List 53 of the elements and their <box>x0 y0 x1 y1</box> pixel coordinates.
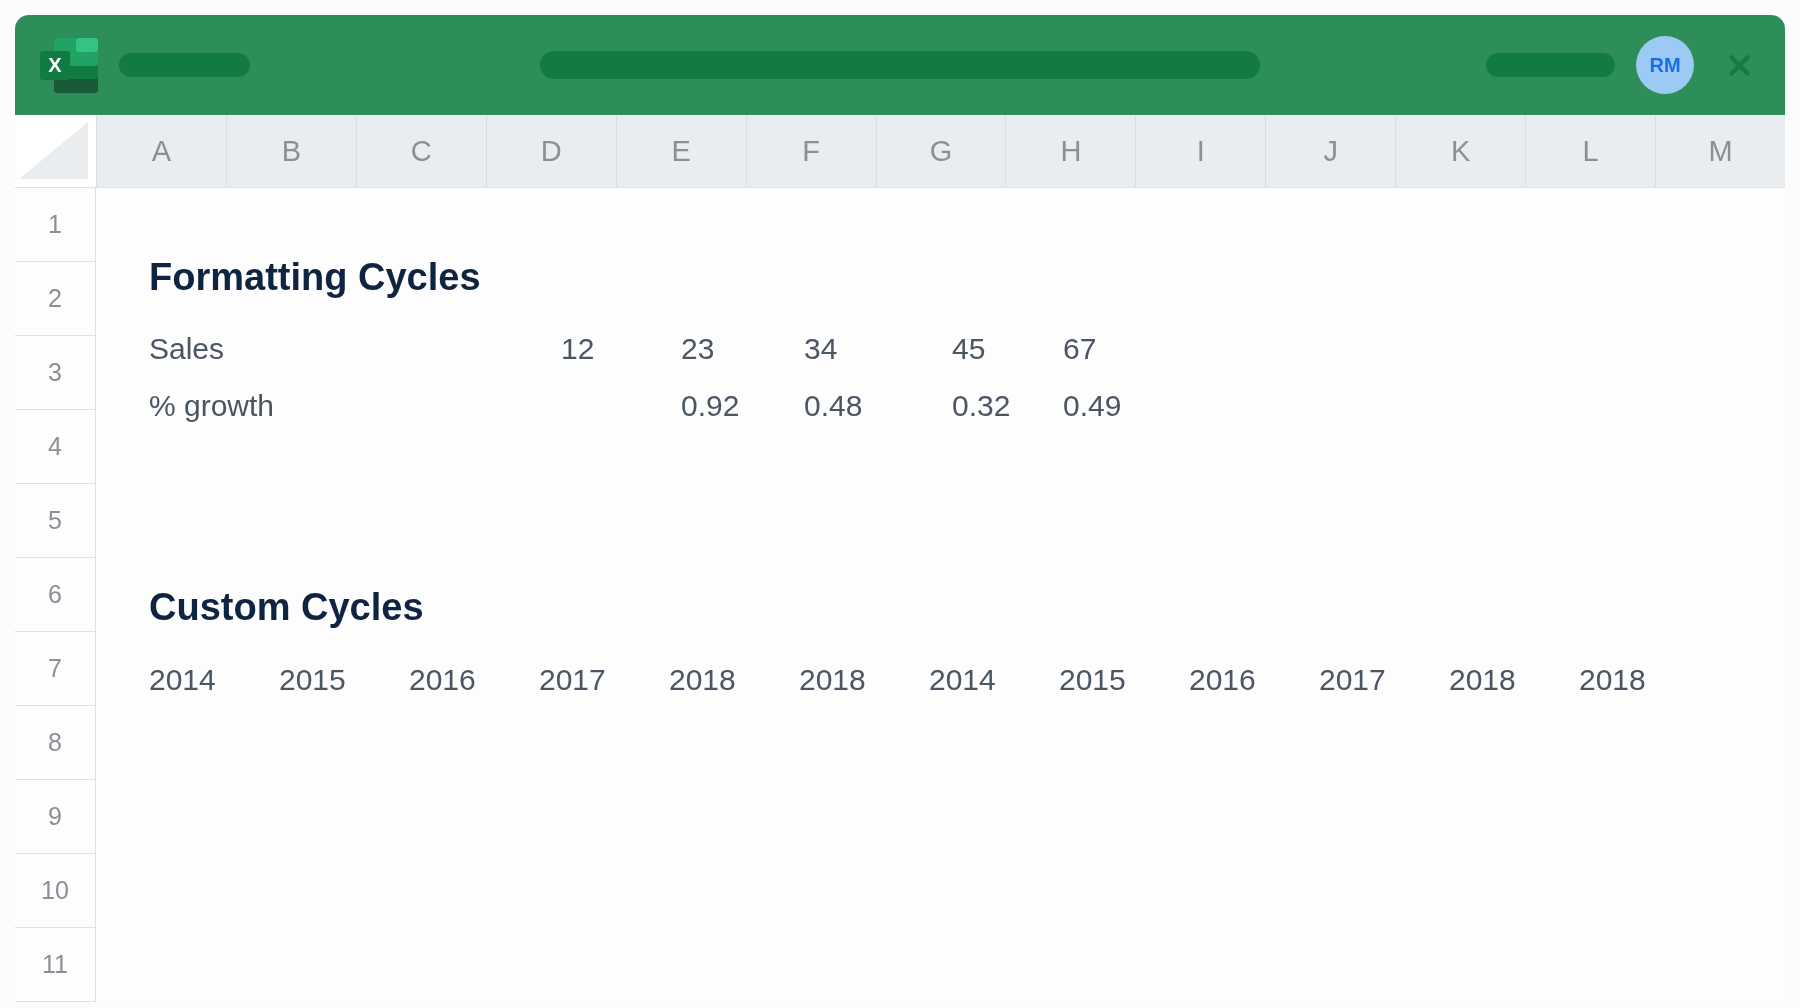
table-cell-text: 2017 <box>1319 662 1386 698</box>
row-header[interactable]: 1 <box>15 188 95 262</box>
column-header[interactable]: D <box>485 115 616 187</box>
table-cell-text: 34 <box>804 331 838 367</box>
column-header[interactable]: F <box>745 115 876 187</box>
table-cell-text: 2015 <box>1059 662 1126 698</box>
table-cell-text: 2018 <box>669 662 736 698</box>
row-header[interactable]: 6 <box>15 558 95 632</box>
column-header[interactable]: G <box>875 115 1006 187</box>
row-header[interactable]: 4 <box>15 410 95 484</box>
table-cell-text: 0.48 <box>804 388 863 424</box>
column-header[interactable]: K <box>1395 115 1526 187</box>
column-header[interactable]: B <box>225 115 356 187</box>
column-header[interactable]: M <box>1655 115 1785 187</box>
table-cell-text: 2014 <box>149 662 216 698</box>
table-cell-text: 2015 <box>279 662 346 698</box>
table-cell-text: 45 <box>952 331 986 367</box>
row-header[interactable]: 9 <box>15 780 95 854</box>
table-cell-text: 0.92 <box>681 388 740 424</box>
table-cell-text: 2018 <box>799 662 866 698</box>
section-title: Formatting Cycles <box>149 255 481 300</box>
row-label: % growth <box>149 388 275 424</box>
column-header[interactable]: E <box>615 115 746 187</box>
column-header[interactable]: J <box>1265 115 1396 187</box>
table-cell-text: 0.49 <box>1063 388 1122 424</box>
row-header[interactable]: 10 <box>15 854 95 928</box>
table-cell-text: 2016 <box>409 662 476 698</box>
row-header[interactable]: 7 <box>15 632 95 706</box>
column-header[interactable]: I <box>1135 115 1266 187</box>
row-header[interactable]: 8 <box>15 706 95 780</box>
close-button[interactable] <box>1729 54 1750 76</box>
user-avatar[interactable]: RM <box>1636 36 1694 94</box>
table-cell-text: 2018 <box>1579 662 1646 698</box>
row-header[interactable]: 11 <box>15 928 95 1002</box>
column-header[interactable]: A <box>96 115 226 187</box>
row-label: Sales <box>149 331 225 367</box>
column-header[interactable]: C <box>355 115 486 187</box>
table-cell-text: 67 <box>1063 331 1097 367</box>
app-logo: X <box>40 37 98 93</box>
table-cell-text: 0.32 <box>952 388 1011 424</box>
table-cell-text: 23 <box>681 331 715 367</box>
column-header[interactable]: L <box>1525 115 1656 187</box>
section-title: Custom Cycles <box>149 585 424 630</box>
row-header[interactable]: 5 <box>15 484 95 558</box>
column-header[interactable]: H <box>1005 115 1136 187</box>
close-icon <box>1729 54 1750 76</box>
row-header[interactable]: 2 <box>15 262 95 336</box>
table-cell-text: 2018 <box>1449 662 1516 698</box>
row-header[interactable]: 3 <box>15 336 95 410</box>
table-cell-text: 2016 <box>1189 662 1256 698</box>
table-cell-text: 2014 <box>929 662 996 698</box>
table-cell-text: 2017 <box>539 662 606 698</box>
table-cell-text: 12 <box>561 331 595 367</box>
